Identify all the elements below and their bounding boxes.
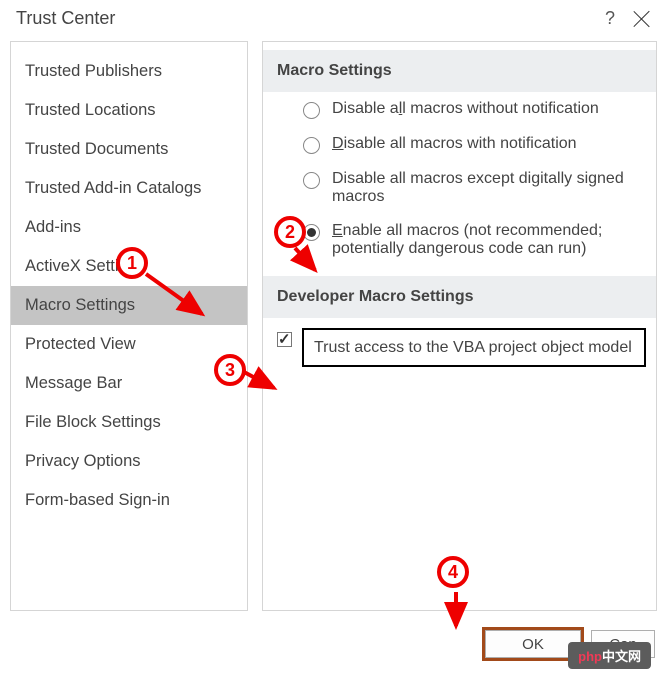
- sidebar-item-trusted-addin-catalogs[interactable]: Trusted Add-in Catalogs: [11, 169, 247, 208]
- sidebar-item-trusted-locations[interactable]: Trusted Locations: [11, 91, 247, 130]
- sidebar-item-add-ins[interactable]: Add-ins: [11, 208, 247, 247]
- checkbox-trust-vba-access[interactable]: Trust access to the VBA project object m…: [263, 318, 656, 377]
- radio-icon: [303, 172, 320, 189]
- sidebar-item-trusted-documents[interactable]: Trusted Documents: [11, 130, 247, 169]
- dialog-body: Trusted Publishers Trusted Locations Tru…: [0, 41, 667, 611]
- radio-icon: [303, 137, 320, 154]
- annotation-arrow-1: [146, 268, 216, 328]
- checkbox-label: Trust access to the VBA project object m…: [302, 328, 646, 367]
- annotation-arrow-3: [244, 372, 288, 402]
- checkbox-icon: [277, 332, 292, 347]
- annotation-arrow-4: [452, 592, 472, 636]
- radio-label: Disable all macros with notification: [332, 135, 577, 153]
- sidebar-item-trusted-publishers[interactable]: Trusted Publishers: [11, 52, 247, 91]
- radio-label: Disable all macros without notification: [332, 100, 599, 118]
- ok-button[interactable]: OK: [485, 630, 581, 658]
- sidebar-item-message-bar[interactable]: Message Bar: [11, 364, 247, 403]
- radio-icon: [303, 224, 320, 241]
- title-bar: Trust Center ?: [0, 0, 667, 41]
- close-icon[interactable]: [633, 10, 651, 28]
- window-title: Trust Center: [16, 8, 587, 29]
- sidebar-item-privacy-options[interactable]: Privacy Options: [11, 442, 247, 481]
- sidebar-item-form-based-signin[interactable]: Form-based Sign-in: [11, 481, 247, 520]
- sidebar-item-protected-view[interactable]: Protected View: [11, 325, 247, 364]
- radio-label: Disable all macros except digitally sign…: [332, 170, 646, 206]
- settings-panel: Macro Settings Disable all macros withou…: [262, 41, 657, 611]
- annotation-arrow-2: [295, 248, 335, 288]
- radio-disable-with-notification[interactable]: Disable all macros with notification: [263, 127, 656, 162]
- section-header-macro-settings: Macro Settings: [263, 50, 656, 92]
- radio-disable-no-notification[interactable]: Disable all macros without notification: [263, 92, 656, 127]
- sidebar-item-file-block-settings[interactable]: File Block Settings: [11, 403, 247, 442]
- radio-disable-except-signed[interactable]: Disable all macros except digitally sign…: [263, 162, 656, 214]
- radio-icon: [303, 102, 320, 119]
- radio-label: Enable all macros (not recommended; pote…: [332, 222, 646, 258]
- help-icon[interactable]: ?: [587, 8, 633, 29]
- watermark-badge: php中文网: [568, 642, 651, 669]
